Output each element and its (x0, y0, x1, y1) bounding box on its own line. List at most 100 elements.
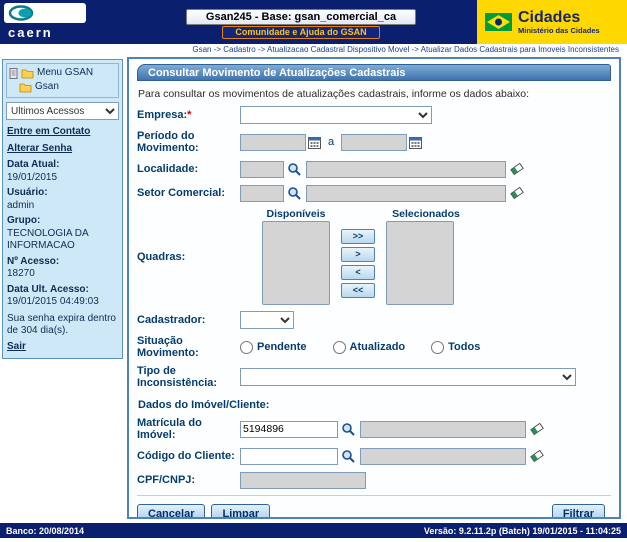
situacao-label: Situação Movimento: (137, 335, 240, 359)
move-all-left-button[interactable]: << (341, 283, 375, 298)
codigo-cliente-label: Código do Cliente: (137, 450, 240, 462)
gsan-page: caern Gsan245 - Base: gsan_comercial_ca … (0, 0, 627, 542)
folder-icon (21, 68, 34, 79)
radio-todos[interactable] (431, 341, 444, 354)
caern-logo: caern (0, 0, 125, 44)
search-icon[interactable] (341, 422, 356, 437)
num-acesso-label: Nº Acesso: (7, 256, 118, 269)
localidade-label: Localidade: (137, 163, 240, 175)
quadras-selecionados-list[interactable] (386, 221, 454, 305)
empresa-select[interactable] (240, 106, 432, 124)
move-left-button[interactable]: < (341, 265, 375, 280)
radio-pendente[interactable] (240, 341, 253, 354)
instruction-text: Para consultar os movimentos de atualiza… (138, 88, 611, 100)
logout-link[interactable]: Sair (7, 341, 26, 354)
setor-descricao-field (306, 185, 506, 202)
situacao-radio-group: Pendente Atualizado Todos (240, 341, 506, 354)
periodo-inicio-input[interactable] (240, 134, 306, 151)
ministry-title: Cidades (518, 9, 600, 26)
sidebar-item-gsan[interactable]: Gsan (9, 80, 116, 94)
sidebar-item-menu-gsan[interactable]: Menu GSAN (9, 66, 116, 80)
quadras-body: >> > < << (262, 221, 466, 305)
ult-acesso-value: 19/01/2015 04:49:03 (7, 296, 118, 309)
caern-logo-box (4, 3, 86, 23)
radio-atualizado-label: Atualizado (350, 341, 406, 353)
search-icon[interactable] (287, 186, 302, 201)
footer-banco: Banco: 20/08/2014 (6, 526, 84, 536)
matricula-label: Matrícula do Imóvel: (137, 417, 240, 441)
eraser-icon[interactable] (510, 162, 524, 176)
empresa-label: Empresa:* (137, 109, 240, 121)
radio-item-todos: Todos (431, 341, 480, 354)
clear-button[interactable]: Limpar (211, 504, 270, 519)
localidade-descricao-field (306, 161, 506, 178)
form-row-setor: Setor Comercial: (137, 184, 611, 202)
cpf-cnpj-input[interactable] (240, 472, 366, 489)
form-row-codigo-cliente: Código do Cliente: (137, 447, 611, 465)
matricula-input[interactable] (240, 421, 338, 438)
cadastrador-select[interactable] (240, 311, 294, 329)
tipo-inconsistencia-label: Tipo de Inconsistência: (137, 365, 240, 389)
cancel-button[interactable]: Cancelar (137, 504, 205, 519)
caern-brand-text: caern (8, 25, 53, 40)
contact-link[interactable]: Entre em Contato (7, 126, 90, 139)
main-panel: Consultar Movimento de Atualizações Cada… (127, 57, 621, 519)
disponiveis-header: Disponíveis (262, 208, 330, 220)
search-icon[interactable] (287, 162, 302, 177)
community-help-link[interactable]: Comunidade e Ajuda do GSAN (222, 26, 379, 39)
notebook-icon (9, 68, 18, 79)
section-dados-imovel-cliente: Dados do Imóvel/Cliente: (138, 399, 611, 411)
ultimos-acessos-select[interactable]: Ultimos Acessos (6, 102, 119, 120)
folder-icon (19, 82, 32, 93)
grupo-value: TECNOLOGIA DA INFORMACAO (7, 228, 118, 253)
setor-input[interactable] (240, 185, 284, 202)
form-row-situacao: Situação Movimento: Pendente Atualizado … (137, 335, 611, 359)
quadras-disponiveis-list[interactable] (262, 221, 330, 305)
status-bar: Banco: 20/08/2014 Versão: 9.2.11.2p (Bat… (0, 523, 627, 538)
breadcrumb: Gsan -> Cadastro -> Atualizacao Cadastra… (0, 44, 627, 57)
ministry-text: Cidades Ministério das Cidades (518, 9, 600, 35)
header-center: Gsan245 - Base: gsan_comercial_ca Comuni… (125, 0, 477, 44)
matricula-descricao-field (360, 421, 526, 438)
password-expiry-note: Sua senha expira dentro de 304 dia(s). (7, 313, 118, 338)
form-row-periodo: Período do Movimento: a (137, 130, 611, 154)
form-row-cpf-cnpj: CPF/CNPJ: (137, 471, 611, 489)
sidebar: Menu GSAN Gsan Ultimos Acessos Entre em … (2, 59, 123, 359)
usuario-label: Usuário: (7, 187, 118, 200)
button-row: Cancelar Limpar Filtrar (137, 495, 611, 519)
required-marker: * (187, 109, 191, 121)
eraser-icon[interactable] (510, 186, 524, 200)
data-atual-label: Data Atual: (7, 159, 118, 172)
codigo-cliente-descricao-field (360, 448, 526, 465)
search-icon[interactable] (341, 449, 356, 464)
selecionados-header: Selecionados (386, 208, 466, 220)
ministerio-cidades-logo: Cidades Ministério das Cidades (477, 0, 627, 44)
localidade-input[interactable] (240, 161, 284, 178)
quadras-transfer-buttons: >> > < << (341, 229, 375, 298)
move-all-right-button[interactable]: >> (341, 229, 375, 244)
radio-todos-label: Todos (448, 341, 480, 353)
form-row-cadastrador: Cadastrador: (137, 311, 611, 329)
eraser-icon[interactable] (530, 422, 544, 436)
app-title: Gsan245 - Base: gsan_comercial_ca (186, 9, 416, 25)
caern-logo-icon (8, 5, 72, 21)
brazil-flag-icon (485, 13, 512, 31)
codigo-cliente-input[interactable] (240, 448, 338, 465)
change-password-link[interactable]: Alterar Senha (7, 143, 72, 156)
move-right-button[interactable]: > (341, 247, 375, 262)
radio-atualizado[interactable] (333, 341, 346, 354)
filter-button[interactable]: Filtrar (552, 504, 605, 519)
periodo-separator: a (328, 136, 334, 148)
grupo-label: Grupo: (7, 215, 118, 228)
menu-tree: Menu GSAN Gsan (6, 63, 119, 98)
calendar-icon[interactable] (308, 136, 321, 149)
ult-acesso-label: Data Ult. Acesso: (7, 284, 118, 297)
eraser-icon[interactable] (530, 449, 544, 463)
periodo-fim-input[interactable] (341, 134, 407, 151)
form-row-quadras: Quadras: Disponíveis Selecionados >> > <… (137, 208, 611, 305)
tipo-inconsistencia-select[interactable] (240, 368, 576, 386)
app-header: caern Gsan245 - Base: gsan_comercial_ca … (0, 0, 627, 44)
form-row-empresa: Empresa:* (137, 106, 611, 124)
calendar-icon[interactable] (409, 136, 422, 149)
radio-item-pendente: Pendente (240, 341, 307, 354)
